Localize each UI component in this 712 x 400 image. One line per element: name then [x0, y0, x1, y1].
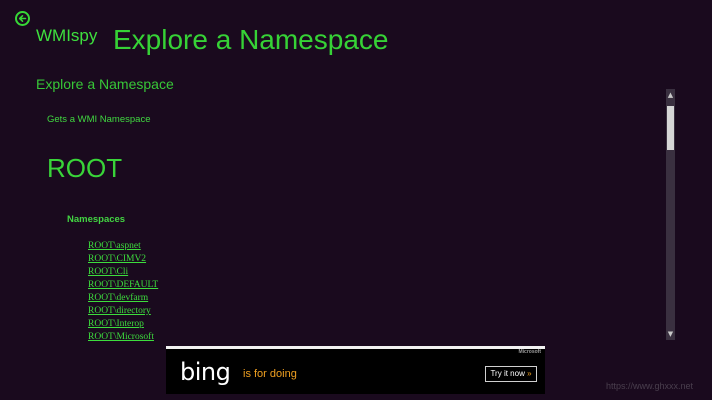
- list-item: ROOT\directory: [88, 301, 158, 316]
- back-button[interactable]: [15, 11, 30, 26]
- try-it-now-button[interactable]: Try it now »: [485, 366, 537, 382]
- list-item: ROOT\Cli: [88, 262, 158, 277]
- microsoft-logo: Microsoft: [518, 349, 542, 355]
- watermark: https://www.ghxxx.net: [606, 381, 694, 391]
- scroll-up-icon[interactable]: ▲: [666, 89, 675, 101]
- app-name: WMIspy: [36, 26, 98, 45]
- page-title: Explore a Namespace: [113, 24, 389, 55]
- list-item: ROOT\DEFAULT: [88, 275, 158, 290]
- subtitle: Gets a WMI Namespace: [47, 114, 151, 125]
- namespaces-label: Namespaces: [67, 214, 126, 225]
- root-heading: ROOT: [47, 153, 123, 183]
- chevron-right-icon: »: [527, 369, 532, 378]
- list-item: ROOT\aspnet: [88, 236, 158, 251]
- vertical-scrollbar[interactable]: ▲ ▼: [666, 89, 675, 340]
- namespace-list: ROOT\aspnet ROOT\CIMV2 ROOT\Cli ROOT\DEF…: [88, 236, 158, 342]
- back-arrow-icon: [18, 15, 27, 22]
- scrollbar-thumb[interactable]: [667, 106, 674, 150]
- ad-tagline: is for doing: [243, 368, 297, 380]
- bing-logo: bing: [180, 358, 231, 386]
- list-item: ROOT\Microsoft: [88, 327, 158, 342]
- scroll-down-icon[interactable]: ▼: [666, 328, 675, 340]
- namespace-link[interactable]: ROOT\Microsoft: [88, 332, 154, 342]
- list-item: ROOT\CIMV2: [88, 249, 158, 264]
- section-title: Explore a Namespace: [36, 76, 174, 92]
- bing-ad-banner[interactable]: Microsoft bing is for doing Try it now »: [166, 346, 545, 394]
- try-it-now-label: Try it now: [490, 369, 525, 378]
- list-item: ROOT\devfarm: [88, 288, 158, 303]
